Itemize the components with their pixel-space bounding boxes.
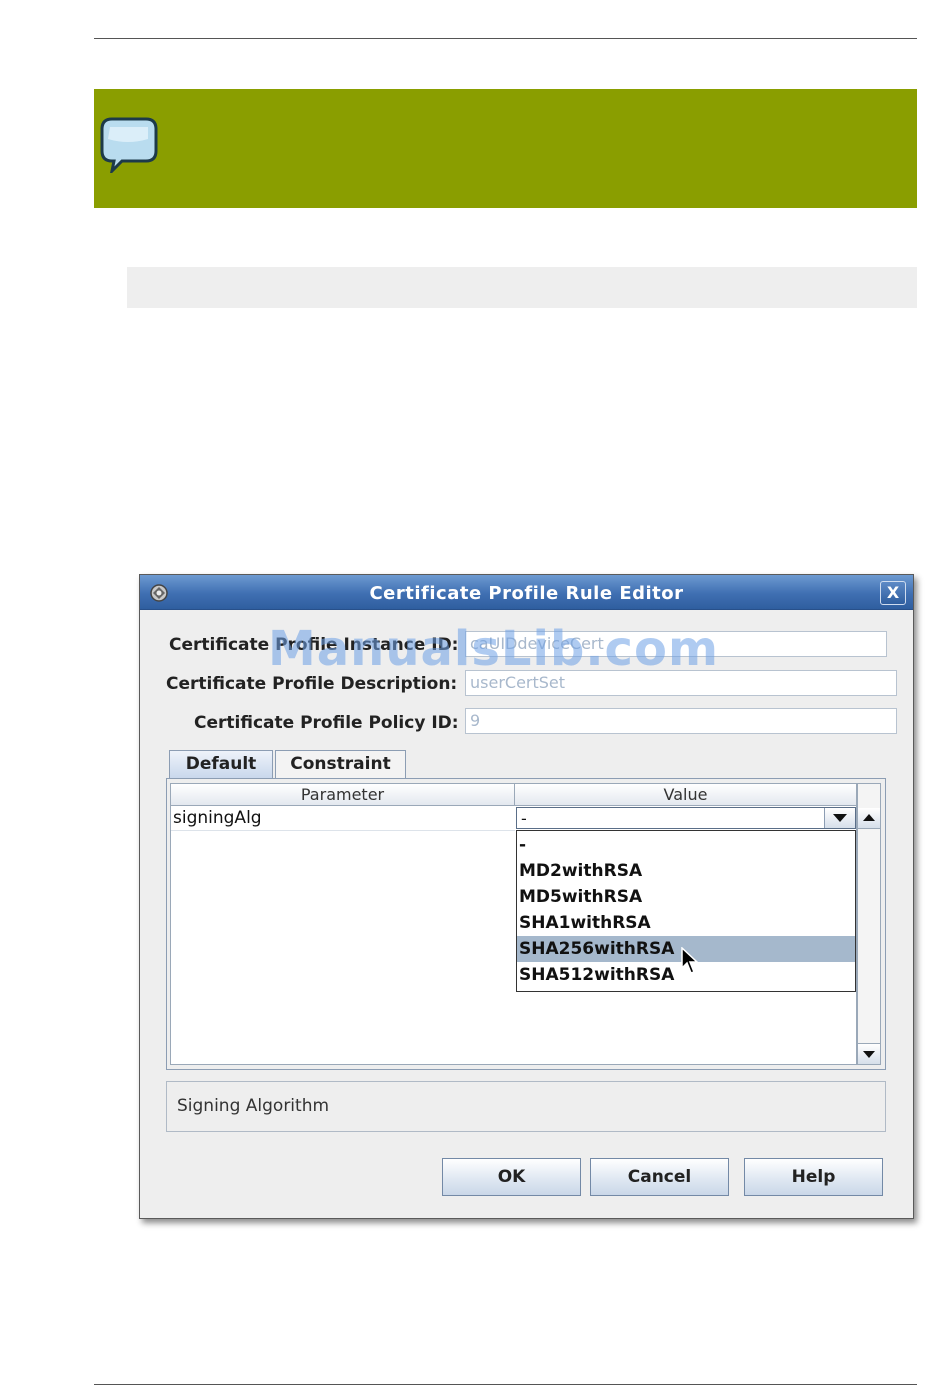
policy-id-field[interactable]: 9 [465, 708, 897, 734]
code-block [127, 267, 917, 308]
policy-id-label: Certificate Profile Policy ID: [194, 713, 459, 733]
row-divider [171, 830, 515, 831]
tab-panel: Parameter Value signingAlg - - MD2withRS… [166, 778, 886, 1070]
column-header-parameter[interactable]: Parameter [171, 784, 515, 806]
vertical-scrollbar[interactable] [857, 783, 881, 1065]
scroll-up-icon[interactable] [858, 808, 880, 829]
help-button[interactable]: Help [744, 1158, 883, 1196]
table-cell-parameter[interactable]: signingAlg [173, 808, 262, 828]
dropdown-option[interactable]: SHA1withRSA [517, 910, 855, 936]
description-label: Certificate Profile Description: [166, 674, 458, 694]
combobox-value: - [521, 809, 527, 828]
scroll-down-icon[interactable] [858, 1043, 880, 1064]
column-header-value[interactable]: Value [515, 784, 857, 806]
description-panel: Signing Algorithm [166, 1081, 886, 1132]
value-combobox[interactable]: - [516, 807, 856, 829]
rule-editor-dialog: Certificate Profile Rule Editor X Certif… [139, 574, 914, 1219]
mouse-pointer-icon [681, 947, 699, 974]
speech-bubble-icon [100, 117, 158, 173]
parameter-table: Parameter Value signingAlg - - MD2withRS… [170, 783, 857, 1065]
dropdown-option[interactable]: MD2withRSA [517, 858, 855, 884]
cancel-button[interactable]: Cancel [590, 1158, 729, 1196]
dialog-title: Certificate Profile Rule Editor [369, 583, 684, 604]
dropdown-option[interactable]: MD5withRSA [517, 884, 855, 910]
tab-default[interactable]: Default [169, 750, 273, 778]
footer-rule [94, 1384, 917, 1385]
note-box [94, 89, 917, 208]
chevron-down-icon[interactable] [824, 808, 855, 828]
watermark: ManualsLib.com [268, 621, 719, 677]
tab-constraint[interactable]: Constraint [275, 750, 406, 778]
ok-button[interactable]: OK [442, 1158, 581, 1196]
close-button[interactable]: X [880, 581, 906, 605]
dropdown-option[interactable]: - [517, 832, 855, 858]
dialog-titlebar[interactable]: Certificate Profile Rule Editor X [140, 575, 913, 610]
description-text: Signing Algorithm [177, 1096, 330, 1116]
header-rule [94, 38, 917, 39]
